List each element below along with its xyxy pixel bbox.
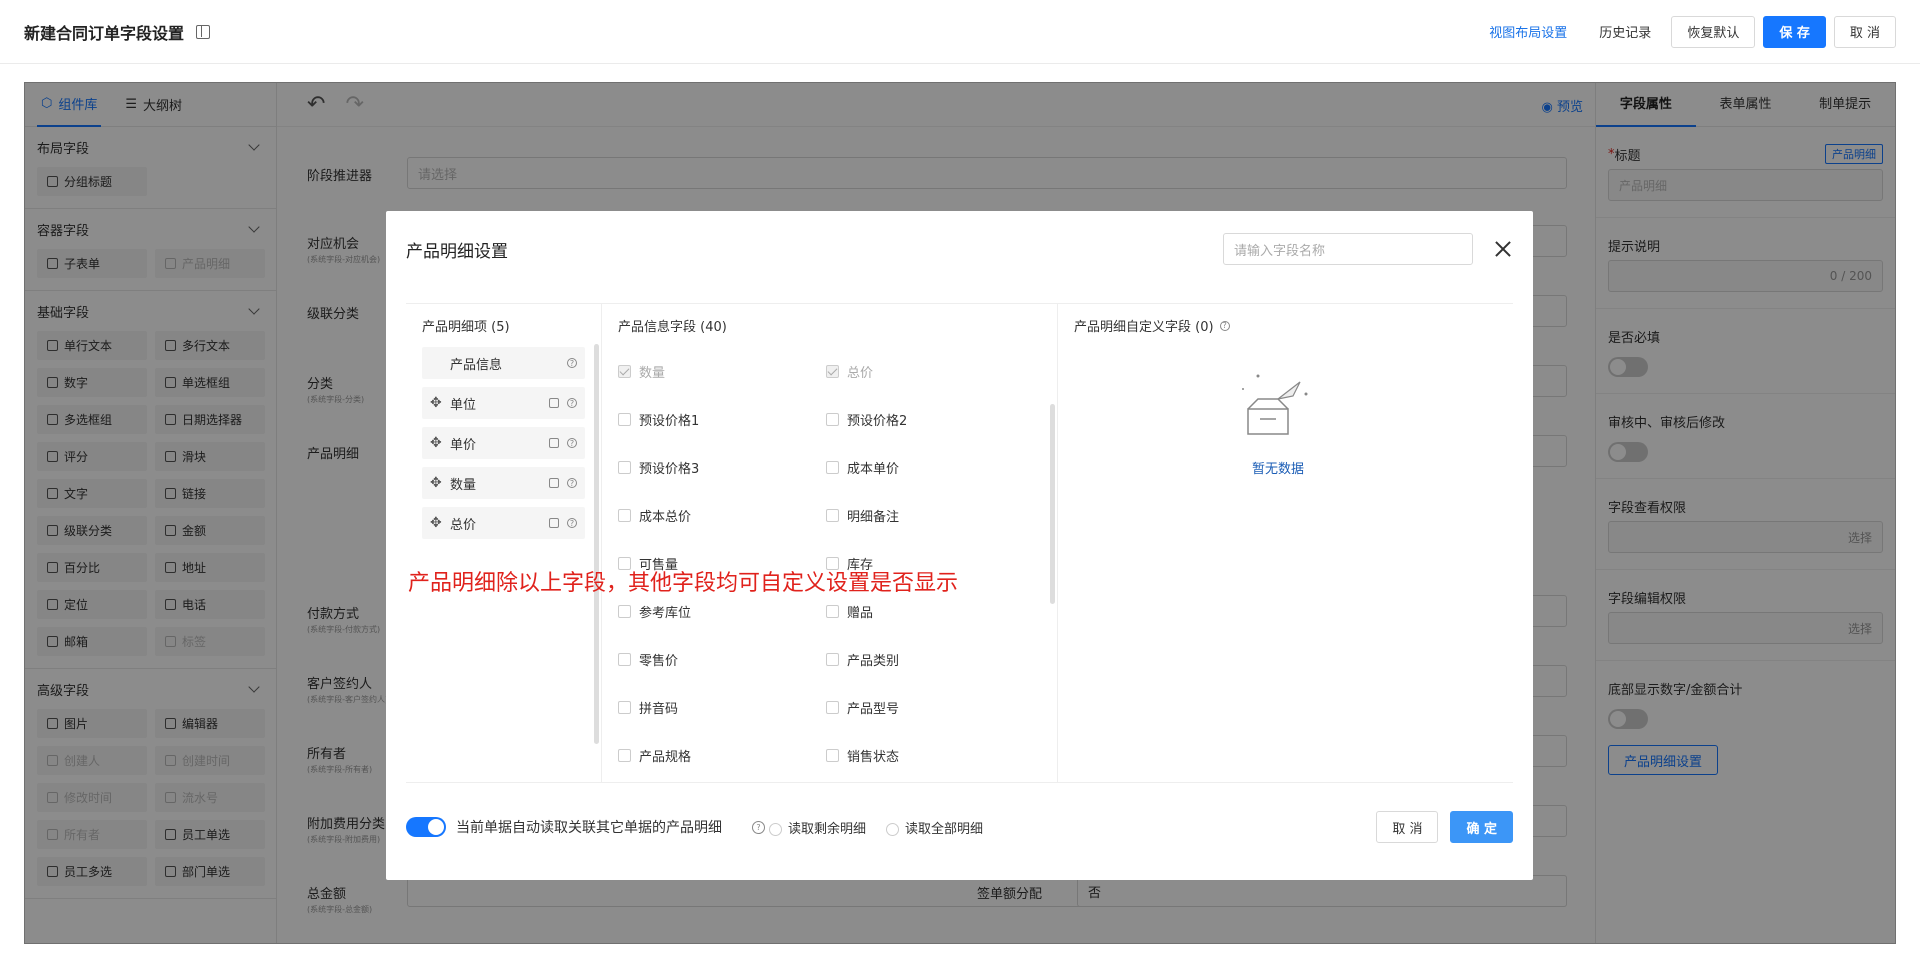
product-field-checkbox: 数量 — [618, 347, 826, 395]
page-title: 新建合同订单字段设置 — [24, 23, 185, 43]
product-field-checkbox[interactable]: 零售价 — [618, 635, 826, 683]
product-field-checkbox[interactable]: 产品规格 — [618, 731, 826, 779]
restore-default-button[interactable]: 恢复默认 — [1671, 15, 1756, 48]
product-field-checkbox[interactable]: 成本总价 — [618, 491, 826, 539]
detail-item[interactable]: 产品信息? — [422, 347, 585, 379]
close-icon[interactable] — [1493, 239, 1513, 259]
help-icon[interactable]: ? — [567, 358, 577, 368]
col2-scrollbar[interactable] — [1050, 404, 1055, 604]
header-actions: 视图布局设置 历史记录 恢复默认 保 存 取 消 — [1477, 15, 1896, 48]
cancel-button[interactable]: 取 消 — [1833, 15, 1896, 48]
product-field-checkbox[interactable]: 预设价格1 — [618, 395, 826, 443]
radio-icon — [769, 822, 782, 836]
auto-read-toggle[interactable] — [406, 817, 446, 837]
empty-state: 暂无数据 — [1238, 364, 1318, 477]
col2-title: 产品信息字段 (40) — [618, 320, 727, 335]
empty-text: 暂无数据 — [1251, 462, 1304, 477]
help-icon[interactable]: ? — [567, 398, 577, 408]
product-field-checkbox[interactable]: 产品类别 — [826, 635, 1034, 683]
checkbox-icon — [618, 508, 631, 522]
product-field-checkbox[interactable]: 明细备注 — [826, 491, 1034, 539]
annotation-text: 产品明细除以上字段，其他字段均可自定义设置是否显示 — [408, 571, 959, 596]
drag-handle-icon[interactable]: ✥ — [430, 435, 442, 451]
modal-footer: 当前单据自动读取关联其它单据的产品明细 ? 读取剩余明细 读取全部明细 取 消 … — [406, 795, 1513, 859]
checkbox-icon — [618, 460, 631, 474]
field-search-input[interactable]: 请输入字段名称 — [1223, 233, 1473, 265]
help-icon[interactable]: ? — [567, 478, 577, 488]
product-field-checkbox[interactable]: 拼音码 — [618, 683, 826, 731]
modal-actions: 取 消 确 定 — [1376, 811, 1513, 843]
help-icon[interactable]: ? — [567, 438, 577, 448]
product-field-checkbox: 总价 — [826, 347, 1034, 395]
save-button[interactable]: 保 存 — [1763, 15, 1826, 48]
opt-all[interactable]: 读取全部明细 — [886, 818, 983, 837]
drag-handle-icon[interactable]: ✥ — [430, 515, 442, 531]
detail-item[interactable]: ✥ 单位? — [422, 387, 585, 419]
col1-title: 产品明细项 (5) — [422, 320, 510, 335]
view-layout-link[interactable]: 视图布局设置 — [1477, 22, 1579, 41]
product-field-checkbox[interactable]: 预设价格2 — [826, 395, 1034, 443]
layout-icon[interactable] — [196, 24, 211, 39]
detail-item[interactable]: ✥ 数量? — [422, 467, 585, 499]
modal-confirm-button[interactable]: 确 定 — [1450, 811, 1513, 843]
checkbox-checked-icon — [618, 364, 631, 378]
drag-handle-icon[interactable]: ✥ — [430, 395, 442, 411]
read-options: 读取剩余明细 读取全部明细 — [769, 818, 983, 837]
empty-box-icon — [1242, 374, 1308, 435]
product-detail-modal: 产品明细设置 请输入字段名称 产品明细项 (5) 产品信息? ✥ 单位? ✥ 单价? ✥ 数… — [386, 211, 1533, 880]
checkbox-icon — [826, 604, 839, 618]
checkbox-icon — [826, 508, 839, 522]
checkbox-icon — [826, 412, 839, 426]
modal-header: 产品明细设置 请输入字段名称 — [386, 211, 1533, 287]
lock-icon[interactable] — [549, 478, 559, 488]
history-link[interactable]: 历史记录 — [1587, 22, 1663, 41]
col1-scrollbar[interactable] — [594, 344, 599, 744]
checkbox-icon — [618, 700, 631, 714]
product-field-checkbox[interactable]: 成本单价 — [826, 443, 1034, 491]
detail-items-column: 产品明细项 (5) 产品信息? ✥ 单位? ✥ 单价? ✥ 数量? ✥ 总价? — [406, 304, 602, 782]
lock-icon[interactable] — [549, 398, 559, 408]
drag-handle-icon[interactable]: ✥ — [430, 475, 442, 491]
product-fields-column: 产品信息字段 (40) 数量 总价 预设价格1 预设价格2 预设价格3 成本单价 成本总价明… — [602, 304, 1058, 782]
modal-body: 产品明细项 (5) 产品信息? ✥ 单位? ✥ 单价? ✥ 数量? ✥ 总价? 产品信息字段 (… — [406, 303, 1513, 783]
modal-cancel-button[interactable]: 取 消 — [1376, 811, 1439, 843]
lock-icon[interactable] — [549, 438, 559, 448]
checkbox-icon — [826, 748, 839, 762]
checkbox-checked-icon — [826, 364, 839, 378]
top-bar: 新建合同订单字段设置 视图布局设置 历史记录 恢复默认 保 存 取 消 — [0, 0, 1920, 64]
detail-item[interactable]: ✥ 总价? — [422, 507, 585, 539]
product-field-checkbox[interactable]: 产品型号 — [826, 683, 1034, 731]
checkbox-icon — [826, 700, 839, 714]
opt-remaining[interactable]: 读取剩余明细 — [769, 818, 866, 837]
help-icon[interactable]: ? — [1219, 320, 1230, 331]
product-field-checkbox[interactable]: 销售状态 — [826, 731, 1034, 779]
radio-icon — [886, 822, 900, 836]
modal-title: 产品明细设置 — [406, 241, 508, 262]
checkbox-icon — [826, 460, 839, 474]
checkbox-icon — [618, 604, 631, 618]
checkbox-icon — [618, 748, 631, 762]
checkbox-icon — [618, 412, 631, 426]
help-icon[interactable]: ? — [567, 518, 577, 528]
auto-read-label: 当前单据自动读取关联其它单据的产品明细 — [456, 820, 722, 836]
checkbox-icon — [826, 652, 839, 666]
lock-icon[interactable] — [549, 518, 559, 528]
product-field-checkbox[interactable]: 预设价格3 — [618, 443, 826, 491]
custom-fields-column: 产品明细自定义字段 (0)? 暂无数据 — [1058, 304, 1513, 782]
detail-item[interactable]: ✥ 单价? — [422, 427, 585, 459]
checkbox-icon — [618, 652, 631, 666]
col3-title: 产品明细自定义字段 (0) — [1074, 320, 1214, 335]
help-icon[interactable]: ? — [752, 820, 765, 834]
